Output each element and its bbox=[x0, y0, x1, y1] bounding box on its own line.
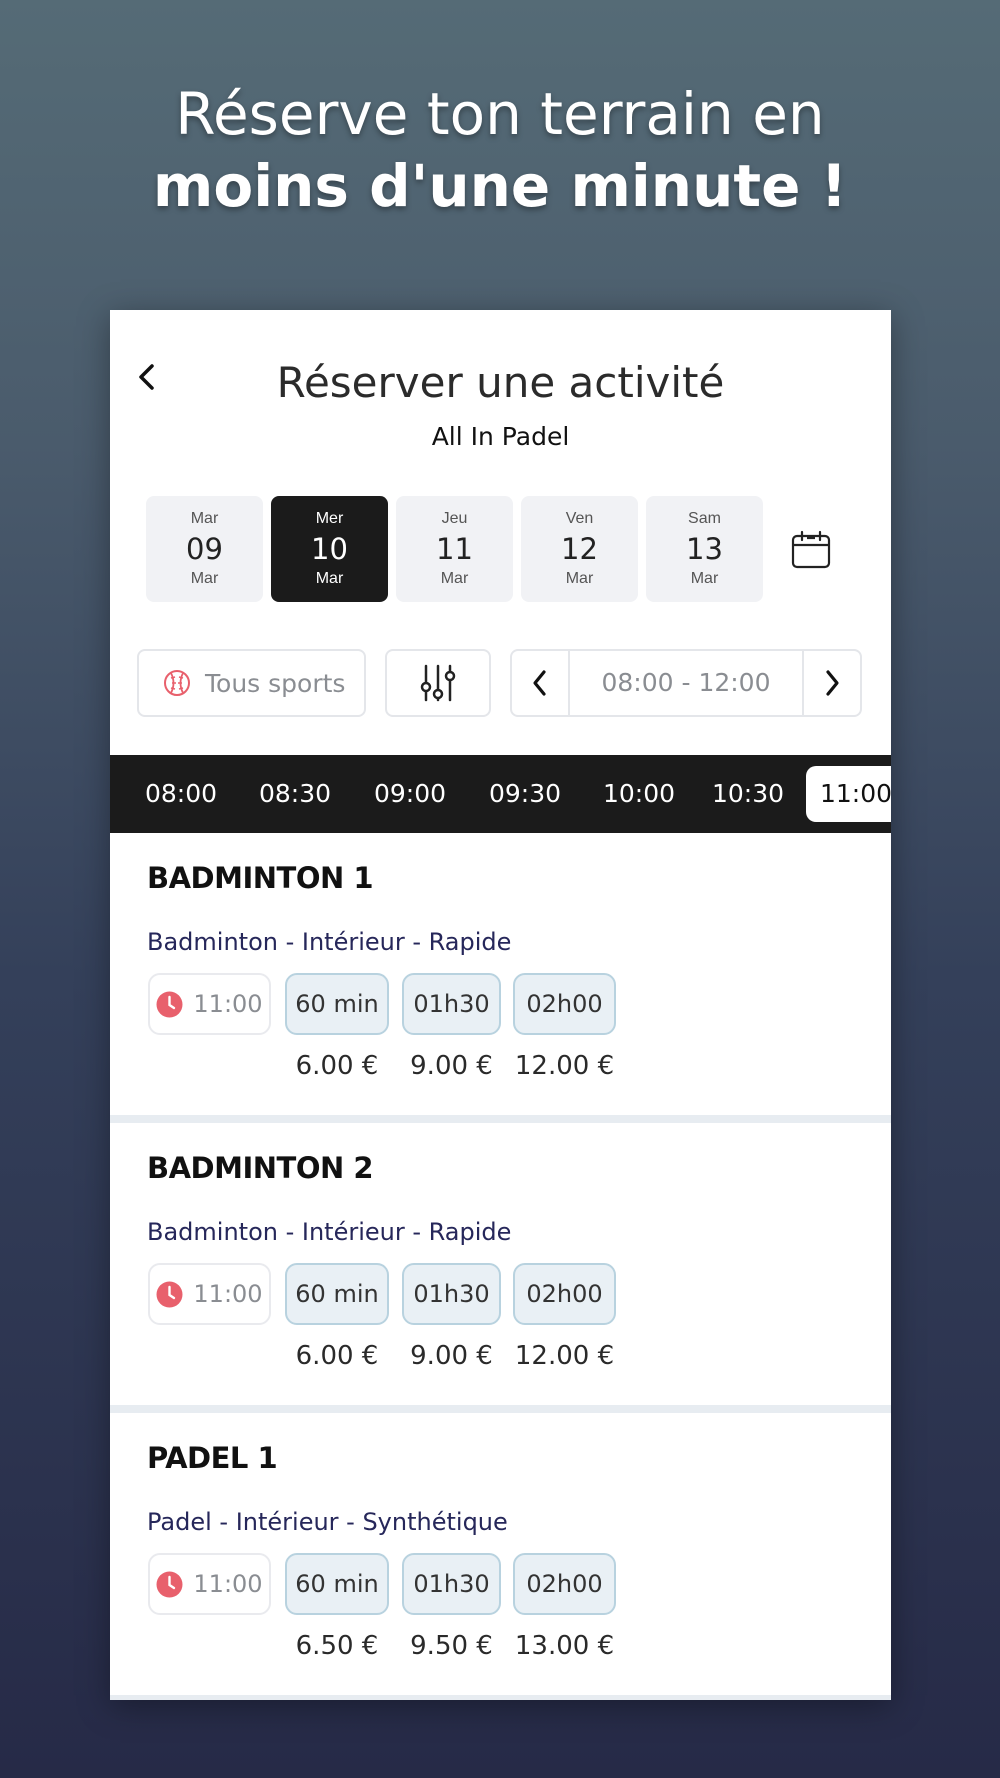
page-title: Réserver une activité bbox=[276, 358, 725, 407]
clock-icon bbox=[156, 1571, 183, 1597]
duration-1h30-button[interactable]: 01h30 bbox=[402, 1263, 501, 1325]
time-slot-1100[interactable]: 11:00 bbox=[806, 766, 891, 822]
date-weekday: Ven bbox=[565, 510, 594, 527]
duration-60min-button[interactable]: 60 min bbox=[285, 1263, 389, 1325]
court-card: BADMINTON 1 Badminton - Intérieur - Rapi… bbox=[110, 833, 891, 1115]
date-item-13[interactable]: Sam 13 Mar bbox=[646, 496, 763, 602]
date-item-12[interactable]: Ven 12 Mar bbox=[521, 496, 638, 602]
club-name: All In Padel bbox=[431, 422, 570, 451]
duration-60min-button[interactable]: 60 min bbox=[285, 973, 389, 1035]
start-time: 11:00 bbox=[193, 1570, 263, 1598]
date-weekday: Mar bbox=[190, 510, 219, 527]
date-weekday: Jeu bbox=[441, 510, 468, 527]
date-number: 10 bbox=[311, 532, 348, 566]
date-item-11[interactable]: Jeu 11 Mar bbox=[396, 496, 513, 602]
price-label: 9.00 € bbox=[410, 1051, 493, 1081]
divider bbox=[110, 1115, 891, 1123]
time-slot-0800[interactable]: 08:00 bbox=[145, 766, 217, 822]
chevron-left-icon bbox=[533, 670, 546, 696]
court-description: Badminton - Intérieur - Rapide bbox=[147, 1218, 512, 1246]
time-slot-0830[interactable]: 08:30 bbox=[259, 766, 331, 822]
time-slot-0900[interactable]: 09:00 bbox=[374, 766, 446, 822]
date-number: 13 bbox=[686, 532, 723, 566]
price-label: 12.00 € bbox=[514, 1341, 615, 1371]
court-name: BADMINTON 1 bbox=[147, 861, 374, 895]
court-card: PADEL 1 Padel - Intérieur - Synthétique … bbox=[110, 1413, 891, 1695]
date-month: Mar bbox=[315, 570, 344, 587]
court-name: BADMINTON 2 bbox=[147, 1151, 374, 1185]
time-slot-1000[interactable]: 10:00 bbox=[603, 766, 675, 822]
duration-1h30-button[interactable]: 01h30 bbox=[402, 973, 501, 1035]
start-time-pill: 11:00 bbox=[148, 1263, 271, 1325]
chevron-right-icon bbox=[826, 670, 839, 696]
date-weekday: Mer bbox=[315, 510, 344, 527]
price-label: 6.00 € bbox=[295, 1051, 379, 1081]
court-card: BADMINTON 2 Badminton - Intérieur - Rapi… bbox=[110, 1123, 891, 1405]
duration-2h00-button[interactable]: 02h00 bbox=[513, 973, 616, 1035]
date-item-09[interactable]: Mar 09 Mar bbox=[146, 496, 263, 602]
settings-filter-button[interactable] bbox=[385, 649, 491, 717]
date-number: 12 bbox=[561, 532, 598, 566]
baseball-icon bbox=[164, 670, 190, 696]
time-range-label: 08:00 - 12:00 bbox=[601, 668, 771, 697]
date-picker: Mar 09 Mar Mer 10 Mar Jeu 11 Mar Ven 12 … bbox=[146, 496, 763, 602]
calendar-icon[interactable] bbox=[790, 529, 832, 571]
date-month: Mar bbox=[690, 570, 719, 587]
price-label: 13.00 € bbox=[514, 1631, 615, 1661]
date-number: 09 bbox=[186, 532, 223, 566]
headline-line-1: Réserve ton terrain en bbox=[175, 80, 825, 148]
duration-60min-button[interactable]: 60 min bbox=[285, 1553, 389, 1615]
divider bbox=[110, 1695, 891, 1700]
date-month: Mar bbox=[190, 570, 219, 587]
start-time: 11:00 bbox=[193, 1280, 263, 1308]
range-next-button[interactable] bbox=[802, 651, 860, 715]
duration-2h00-button[interactable]: 02h00 bbox=[513, 1553, 616, 1615]
clock-icon bbox=[156, 991, 183, 1017]
divider bbox=[110, 1405, 891, 1413]
time-slot-1030[interactable]: 10:30 bbox=[712, 766, 784, 822]
clock-icon bbox=[156, 1281, 183, 1307]
headline-line-2: moins d'une minute ! bbox=[152, 152, 848, 220]
price-label: 9.50 € bbox=[410, 1631, 493, 1661]
app-screen: Réserver une activité All In Padel Mar 0… bbox=[110, 310, 891, 1700]
price-label: 6.00 € bbox=[295, 1341, 379, 1371]
court-description: Padel - Intérieur - Synthétique bbox=[147, 1508, 508, 1536]
start-time-pill: 11:00 bbox=[148, 973, 271, 1035]
duration-2h00-button[interactable]: 02h00 bbox=[513, 1263, 616, 1325]
date-item-10[interactable]: Mer 10 Mar bbox=[271, 496, 388, 602]
court-name: PADEL 1 bbox=[147, 1441, 278, 1475]
duration-1h30-button[interactable]: 01h30 bbox=[402, 1553, 501, 1615]
sport-filter-label: Tous sports bbox=[205, 668, 346, 698]
price-label: 9.00 € bbox=[410, 1341, 493, 1371]
time-range-selector: 08:00 - 12:00 bbox=[510, 649, 862, 717]
date-month: Mar bbox=[565, 570, 594, 587]
time-slot-bar: 08:00 08:30 09:00 09:30 10:00 10:30 11:0… bbox=[110, 755, 891, 833]
sliders-icon bbox=[420, 664, 456, 702]
date-weekday: Sam bbox=[688, 510, 721, 527]
price-label: 6.50 € bbox=[295, 1631, 379, 1661]
start-time-pill: 11:00 bbox=[148, 1553, 271, 1615]
start-time: 11:00 bbox=[193, 990, 263, 1018]
range-prev-button[interactable] bbox=[512, 651, 570, 715]
date-month: Mar bbox=[440, 570, 469, 587]
sport-filter-button[interactable]: Tous sports bbox=[137, 649, 366, 717]
time-slot-0930[interactable]: 09:30 bbox=[489, 766, 561, 822]
date-number: 11 bbox=[436, 532, 473, 566]
court-description: Badminton - Intérieur - Rapide bbox=[147, 928, 512, 956]
promo-headline: Réserve ton terrain en moins d'une minut… bbox=[0, 78, 1000, 222]
price-label: 12.00 € bbox=[514, 1051, 615, 1081]
